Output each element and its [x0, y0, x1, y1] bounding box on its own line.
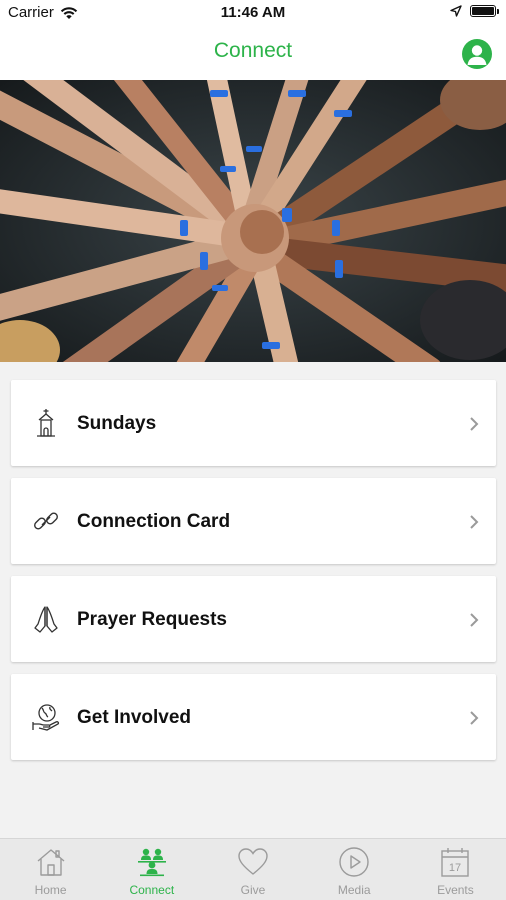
- church-icon: [31, 408, 61, 438]
- status-time: 11:46 AM: [220, 4, 286, 21]
- tab-give[interactable]: Give: [202, 839, 303, 900]
- page-title: Connect: [213, 39, 293, 62]
- tab-label: Events: [437, 883, 474, 897]
- tab-connect[interactable]: Connect: [101, 839, 202, 900]
- house-icon: [34, 845, 68, 879]
- tab-media[interactable]: Media: [304, 839, 405, 900]
- connect-menu: Sundays Connection Card Prayer Requests …: [11, 380, 496, 772]
- calendar-day: 17: [449, 862, 461, 874]
- chevron-right-icon: [470, 711, 479, 725]
- location-arrow-icon: [450, 5, 462, 17]
- tab-label: Connect: [129, 883, 175, 897]
- hero-image: [0, 80, 506, 362]
- status-right: [450, 5, 499, 17]
- menu-item-label: Get Involved: [77, 707, 192, 728]
- battery-icon: [470, 5, 499, 17]
- link-icon: [31, 506, 61, 536]
- tab-home[interactable]: Home: [0, 839, 101, 900]
- calendar-icon: 17: [438, 845, 472, 879]
- person-icon: [467, 45, 487, 65]
- tab-events[interactable]: 17 Events: [405, 839, 506, 900]
- tab-label: Give: [240, 883, 266, 897]
- tab-label: Media: [337, 883, 371, 897]
- nav-bar: Connect: [0, 26, 506, 80]
- praying-hands-icon: [31, 604, 61, 634]
- menu-item-label: Connection Card: [77, 511, 231, 532]
- chevron-right-icon: [470, 515, 479, 529]
- menu-item-label: Prayer Requests: [77, 609, 227, 630]
- menu-item-sundays[interactable]: Sundays: [11, 380, 496, 466]
- chevron-right-icon: [470, 613, 479, 627]
- menu-item-prayer-requests[interactable]: Prayer Requests: [11, 576, 496, 662]
- play-circle-icon: [337, 845, 371, 879]
- profile-button[interactable]: [462, 39, 492, 69]
- menu-item-connection-card[interactable]: Connection Card: [11, 478, 496, 564]
- menu-item-get-involved[interactable]: Get Involved: [11, 674, 496, 760]
- tab-label: Home: [34, 883, 67, 897]
- chevron-right-icon: [470, 417, 479, 431]
- hands-stacked-together-photo: [0, 80, 506, 362]
- menu-item-label: Sundays: [77, 413, 157, 434]
- heart-icon: [236, 845, 270, 879]
- people-icon: [135, 845, 169, 879]
- status-bar: Carrier 11:46 AM: [0, 0, 506, 26]
- globe-hand-icon: [31, 702, 61, 732]
- tab-bar: Home Connect Give Media 17 Events: [0, 838, 506, 900]
